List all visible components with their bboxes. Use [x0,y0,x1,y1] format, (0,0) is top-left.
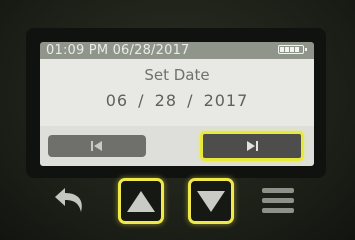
status-datetime: 01:09 PM 06/28/2017 [46,43,190,58]
down-arrow-icon [197,191,225,212]
up-button[interactable] [118,178,164,224]
display-screen: 01:09 PM 06/28/2017 Set Date 06 / 28 / 2… [40,42,314,166]
back-arrow-icon [55,188,82,212]
date-editor: Set Date 06 / 28 / 2017 [40,59,314,126]
previous-button[interactable] [48,135,146,157]
navigation-row [40,126,314,166]
page-title: Set Date [144,66,210,84]
battery-full-icon [278,45,307,54]
skip-previous-icon [91,141,102,151]
back-button[interactable] [52,182,92,218]
device-body: 01:09 PM 06/28/2017 Set Date 06 / 28 / 2… [0,0,355,240]
date-value[interactable]: 06 / 28 / 2017 [40,91,314,110]
menu-button[interactable] [260,184,296,216]
down-button[interactable] [188,178,234,224]
hardware-buttons [40,176,315,226]
status-bar: 01:09 PM 06/28/2017 [40,42,314,59]
up-arrow-icon [127,191,155,212]
next-button[interactable] [200,131,304,161]
skip-next-icon [247,141,258,151]
